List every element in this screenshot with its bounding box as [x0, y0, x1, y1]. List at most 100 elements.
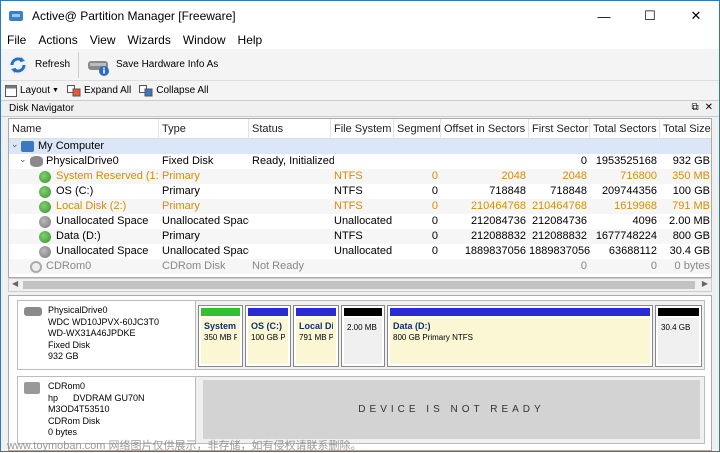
- row-total-sectors: 0: [650, 260, 657, 272]
- tree-row-cdrom0[interactable]: CDRom0 CDRom Disk Not Ready 0 0 0 bytes: [9, 259, 711, 274]
- device-status-text: DEVICE IS NOT READY: [358, 404, 545, 415]
- volume-icon: [39, 186, 51, 198]
- layout-button[interactable]: Layout ▼: [1, 84, 63, 97]
- horizontal-scrollbar[interactable]: ◀ ▶: [8, 278, 712, 292]
- row-offset: 2048: [501, 170, 526, 182]
- row-type: CDRom Disk: [162, 260, 226, 272]
- menu-help[interactable]: Help: [232, 33, 269, 47]
- tree-row-data-d[interactable]: Data (D:) Primary NTFS 0 212088832 21208…: [9, 229, 711, 244]
- disk-map-cdrom0[interactable]: CDRom0 hp DVDRAM GU70N M3OD4T53510 CDRom…: [17, 376, 705, 444]
- row-total-sectors: 1953525168: [595, 155, 657, 167]
- save-hardware-info-button[interactable]: Save Hardware Info As: [82, 50, 223, 80]
- row-total-size: 2.00 MB: [669, 215, 710, 227]
- col-file-system[interactable]: File System: [331, 119, 394, 139]
- refresh-button[interactable]: Refresh: [1, 50, 75, 80]
- segment-desc: 100 GB P: [251, 333, 285, 342]
- menu-wizards[interactable]: Wizards: [122, 33, 177, 47]
- row-name: PhysicalDrive0: [46, 155, 119, 167]
- collapse-chevron-icon[interactable]: ⌄: [19, 154, 27, 165]
- minimize-button[interactable]: —: [581, 1, 627, 31]
- segment-title: OS (C:): [251, 321, 282, 331]
- segment-system-reserved[interactable]: System 350 MB P: [198, 305, 243, 367]
- toolbar-separator: [78, 51, 80, 78]
- row-first-sector: 0: [580, 260, 587, 272]
- layout-label: Layout: [20, 85, 51, 96]
- row-segment: 0: [431, 200, 438, 212]
- unallocated-icon: [39, 246, 51, 258]
- row-first-sector: 1889837056: [529, 245, 590, 257]
- col-offset[interactable]: Offset in Sectors: [441, 119, 529, 139]
- row-total-size: 350 MB: [672, 170, 710, 182]
- row-type: Primary: [162, 200, 200, 212]
- tree-row-os-c[interactable]: OS (C:) Primary NTFS 0 718848 718848 209…: [9, 184, 711, 199]
- scrollbar-thumb[interactable]: [23, 281, 695, 289]
- disk-tree-grid: Name Type Status File System Segment Off…: [8, 118, 712, 278]
- row-total-sectors: 1677748224: [595, 230, 657, 242]
- row-file-system: NTFS: [334, 185, 363, 197]
- row-segment: 0: [431, 215, 438, 227]
- segment-unallocated-1[interactable]: 2.00 MB: [341, 305, 385, 367]
- tree-row-physicaldrive0[interactable]: ⌄ PhysicalDrive0 Fixed Disk Ready, Initi…: [9, 154, 711, 169]
- row-total-size: 100 GB: [672, 185, 710, 197]
- tree-row-my-computer[interactable]: ⌄ My Computer: [9, 139, 711, 154]
- col-type[interactable]: Type: [159, 119, 249, 139]
- row-total-size: 791 MB: [672, 200, 710, 212]
- row-segment: 0: [431, 230, 438, 242]
- maximize-button[interactable]: ☐: [627, 1, 673, 31]
- computer-icon: [21, 141, 34, 152]
- hard-drive-info-icon: [88, 60, 110, 76]
- panel-close-icon[interactable]: ✕: [705, 102, 713, 113]
- tree-row-system-reserved[interactable]: System Reserved (1:) Primary NTFS 0 2048…: [9, 169, 711, 184]
- close-button[interactable]: ✕: [673, 1, 719, 31]
- row-first-sector: 2048: [562, 170, 587, 182]
- segment-os-c[interactable]: OS (C:) 100 GB P: [245, 305, 291, 367]
- col-total-sectors[interactable]: Total Sectors: [590, 119, 660, 139]
- disk-type: CDRom Disk: [48, 415, 101, 426]
- row-segment: 0: [431, 245, 438, 257]
- segment-color-bar: [344, 308, 382, 316]
- col-status[interactable]: Status: [249, 119, 331, 139]
- row-total-sectors: 1619968: [614, 200, 657, 212]
- tree-row-unallocated-1[interactable]: Unallocated Space Unallocated Space Unal…: [9, 214, 711, 229]
- row-first-sector: 718848: [550, 185, 587, 197]
- row-offset: 718848: [489, 185, 526, 197]
- col-segment[interactable]: Segment: [394, 119, 441, 139]
- menu-window[interactable]: Window: [177, 33, 232, 47]
- panel-float-icon[interactable]: ⧉: [691, 102, 698, 113]
- tree-row-unallocated-2[interactable]: Unallocated Space Unallocated Space Unal…: [9, 244, 711, 259]
- collapse-chevron-icon[interactable]: ⌄: [11, 139, 19, 150]
- segment-local-disk-2[interactable]: Local Dis 791 MB P: [293, 305, 339, 367]
- segment-unallocated-2[interactable]: 30.4 GB: [655, 305, 702, 367]
- col-name[interactable]: Name: [9, 119, 159, 139]
- row-total-size: 30.4 GB: [669, 245, 710, 257]
- row-name: My Computer: [38, 140, 105, 152]
- scroll-right-icon[interactable]: ▶: [702, 279, 708, 288]
- disk-model: hp DVDRAM GU70N: [48, 392, 145, 403]
- refresh-icon: [8, 54, 28, 75]
- menu-file[interactable]: File: [1, 33, 32, 47]
- segment-color-bar: [296, 308, 336, 316]
- segment-data-d[interactable]: Data (D:) 800 GB Primary NTFS: [387, 305, 653, 367]
- menu-actions[interactable]: Actions: [32, 33, 83, 47]
- disk-map-physicaldrive0[interactable]: PhysicalDrive0 WDC WD10JPVX-60JC3T0 WD-W…: [17, 300, 705, 370]
- disk-name: PhysicalDrive0: [48, 305, 108, 315]
- row-file-system: NTFS: [334, 230, 363, 242]
- refresh-label: Refresh: [35, 59, 71, 70]
- expand-all-button[interactable]: Expand All: [63, 84, 135, 97]
- menu-view[interactable]: View: [84, 33, 122, 47]
- row-first-sector: 212088832: [531, 230, 587, 242]
- row-type: Primary: [162, 170, 200, 182]
- cd-drive-icon: [30, 261, 42, 273]
- segment-title: Data (D:): [393, 321, 431, 331]
- row-offset: 212088832: [470, 230, 526, 242]
- row-name: OS (C:): [56, 185, 94, 197]
- col-first-sector[interactable]: First Sector: [529, 119, 590, 139]
- unallocated-icon: [39, 216, 51, 228]
- segment-color-bar: [201, 308, 240, 316]
- col-total-size[interactable]: Total Size: [660, 119, 711, 139]
- collapse-all-button[interactable]: Collapse All: [135, 84, 212, 97]
- disk-map-panel: PhysicalDrive0 WDC WD10JPVX-60JC3T0 WD-W…: [8, 295, 712, 451]
- scroll-left-icon[interactable]: ◀: [12, 279, 18, 288]
- tree-row-local-disk-2[interactable]: Local Disk (2:) Primary NTFS 0 210464768…: [9, 199, 711, 214]
- row-total-sectors: 209744356: [601, 185, 657, 197]
